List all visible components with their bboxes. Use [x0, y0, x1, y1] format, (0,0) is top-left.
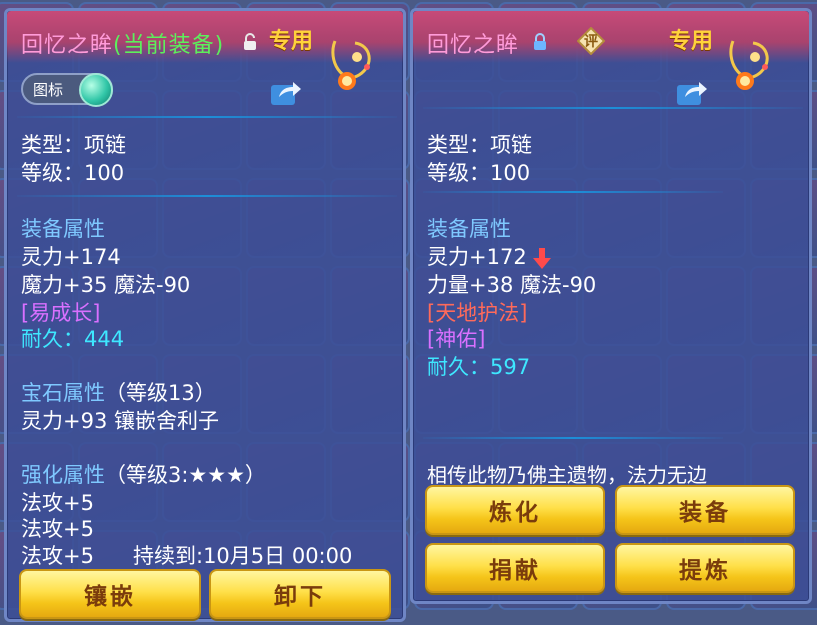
- exclusive-label: 专用: [669, 29, 714, 54]
- review-badge[interactable]: 评: [576, 26, 606, 56]
- donate-button[interactable]: 捐献: [425, 543, 605, 593]
- item-name: 回忆之眸: [427, 33, 520, 58]
- inlay-button[interactable]: 镶嵌: [19, 569, 201, 619]
- enhance-heading: 强化属性: [21, 463, 105, 487]
- enhance-heading-row: 强化属性（等级3:★★★）: [21, 459, 266, 489]
- share-icon[interactable]: [675, 77, 709, 107]
- durability-value: 597: [490, 355, 531, 379]
- equipped-item-tooltip: 回忆之眸(当前装备) 专用 图标 类型：项链 等级：100 装备属性 灵力+17…: [4, 8, 406, 622]
- gem-level: （等级13）: [105, 381, 216, 405]
- necklace-icon[interactable]: [723, 35, 779, 101]
- extract-button[interactable]: 提炼: [615, 543, 795, 593]
- durability-value: 444: [84, 327, 125, 351]
- divider: [17, 116, 397, 118]
- current-equipped-tag: (当前装备): [113, 33, 225, 58]
- icon-toggle-label: 图标: [33, 81, 64, 99]
- attr-line: 灵力+172: [427, 245, 527, 269]
- red-down-arrow-icon: [533, 248, 552, 269]
- item-description: 相传此物乃佛主遗物，法力无边: [427, 463, 707, 487]
- durability-label: 耐久：: [21, 327, 84, 351]
- enhance-line: 法攻+5: [21, 544, 94, 568]
- unequip-button[interactable]: 卸下: [209, 569, 391, 619]
- necklace-icon[interactable]: [325, 35, 381, 101]
- item-type: 类型：项链: [21, 133, 126, 157]
- compare-item-tooltip: 回忆之眸 评 专用 类型：项链 等级：100 装备属性 灵力+172 力量+38…: [410, 8, 812, 604]
- attr-line-row: 灵力+172: [427, 241, 552, 271]
- attr-line: 灵力+174: [21, 245, 121, 269]
- open-lock-icon: [244, 33, 256, 50]
- item-name: 回忆之眸: [21, 33, 114, 58]
- enhance-line: 法攻+5: [21, 517, 94, 541]
- attr-line: 力量+38 魔法-90: [427, 273, 597, 297]
- review-badge-label: 评: [584, 34, 598, 50]
- divider: [423, 437, 723, 439]
- durability: 耐久：444: [21, 323, 124, 353]
- divider: [423, 191, 723, 193]
- gem-heading-row: 宝石属性（等级13）: [21, 377, 216, 407]
- enhance-level: （等级3:★★★）: [105, 463, 266, 487]
- item-level: 等级：100: [21, 161, 125, 185]
- enhance-expiry: 持续到:10月5日 00:00: [133, 544, 353, 568]
- item-title: 回忆之眸(当前装备): [21, 27, 224, 59]
- special-trait: [神佑]: [427, 327, 486, 351]
- equip-attr-heading: 装备属性: [21, 217, 105, 241]
- closed-lock-icon: [534, 33, 546, 50]
- durability-label: 耐久：: [427, 355, 490, 379]
- exclusive-label: 专用: [269, 29, 314, 54]
- refine-button[interactable]: 炼化: [425, 485, 605, 535]
- icon-toggle[interactable]: 图标: [21, 73, 113, 107]
- divider: [423, 107, 803, 109]
- durability: 耐久：597: [427, 351, 530, 381]
- share-icon[interactable]: [269, 77, 303, 107]
- divider: [17, 195, 397, 197]
- equip-button[interactable]: 装备: [615, 485, 795, 535]
- item-level: 等级：100: [427, 161, 531, 185]
- gem-attr-line: 灵力+93 镶嵌舍利子: [21, 409, 219, 433]
- toggle-knob: [79, 73, 113, 107]
- gem-heading: 宝石属性: [21, 381, 105, 405]
- equip-attr-heading: 装备属性: [427, 217, 511, 241]
- attr-line: 魔力+35 魔法-90: [21, 273, 191, 297]
- item-type: 类型：项链: [427, 133, 532, 157]
